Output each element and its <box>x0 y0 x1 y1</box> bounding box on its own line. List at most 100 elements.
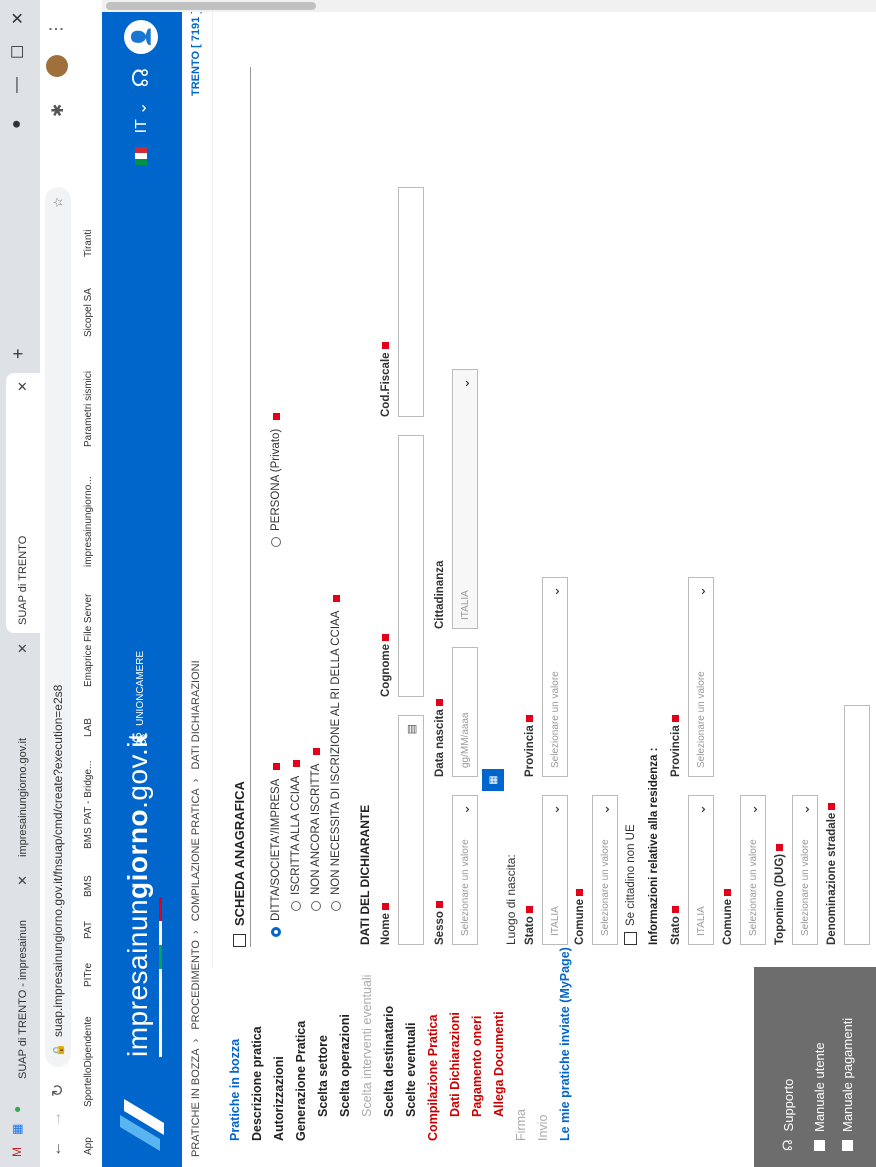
sidebar-item-scelta-settore[interactable]: Scelta settore <box>316 1035 330 1117</box>
data-nascita-input[interactable]: gg/MM/aaaa <box>452 647 478 777</box>
reload-icon[interactable]: ↻ <box>48 1084 68 1097</box>
forward-arrow-icon[interactable]: → <box>48 1111 66 1127</box>
section-checkbox[interactable] <box>233 934 246 947</box>
sidebar-item-generazione[interactable]: Generazione Pratica <box>294 1021 308 1141</box>
sidebar-item-autorizzazioni[interactable]: Autorizzazioni <box>272 1056 286 1141</box>
data-nascita-label: Data nascita <box>434 699 446 777</box>
radio-button[interactable] <box>311 901 321 911</box>
radio-persona[interactable]: PERSONA (Privato) <box>270 412 282 547</box>
id-card-icon: ▤ <box>405 724 418 735</box>
sesso-select[interactable]: Selezionare un valore ⌄ <box>452 795 478 945</box>
sidebar-item-scelta-operazioni[interactable]: Scelta operazioni <box>338 1014 352 1117</box>
denominazione-label: Denominazione stradale <box>826 802 838 945</box>
radio-non-ancora[interactable]: NON ANCORA ISCRITTA <box>310 747 322 911</box>
support-link[interactable]: ☊ Supporto <box>780 1079 796 1151</box>
avatar[interactable] <box>46 55 68 77</box>
user-account-icon[interactable]: 👤 <box>124 20 158 54</box>
required-marker <box>526 906 534 914</box>
radio-button[interactable] <box>271 927 281 937</box>
impresainungiorno-logo-icon[interactable] <box>112 1095 172 1155</box>
radio-ditta[interactable]: DITTA/SOCIETA'/IMPRESA <box>270 762 282 937</box>
sidebar-item-invio: Invio <box>536 1114 550 1141</box>
profile-circle-icon[interactable]: ● <box>8 119 26 129</box>
cod-fiscale-input[interactable] <box>398 187 424 417</box>
stato-nascita-select[interactable]: ITALIA ⌄ <box>542 795 568 945</box>
comune-nascita-select[interactable]: Selezionare un valore ⌄ <box>592 795 618 945</box>
bookmark-star-icon[interactable]: ☆ <box>51 197 65 208</box>
bookmark-parametri[interactable]: Parametri sismici <box>83 371 94 447</box>
sidebar-item-allega-documenti[interactable]: Allega Documenti <box>492 1011 506 1117</box>
cittadinanza-label: Cittadinanza <box>434 560 446 629</box>
close-tab-icon[interactable]: ✕ <box>15 381 31 392</box>
sidebar-item-dati-dichiarazioni[interactable]: Dati Dichiarazioni <box>448 1012 462 1117</box>
toponimo-select[interactable]: Selezionare un valore ⌄ <box>792 795 818 945</box>
language-selector[interactable]: IT ⌄ <box>131 102 151 134</box>
radio-button[interactable] <box>331 901 341 911</box>
cittadino-non-ue-option[interactable]: Se cittadino non UE <box>624 824 637 945</box>
tab-suap-trento-active[interactable]: SUAP di TRENTO ✕ <box>6 373 40 633</box>
radio-button[interactable] <box>291 901 301 911</box>
whatsapp-pinned-icon[interactable]: ● <box>10 1106 24 1113</box>
bookmark-sportello[interactable]: SportelloDipendente <box>83 1016 94 1107</box>
minimize-icon[interactable]: — <box>8 77 26 93</box>
chevron-down-icon: ⌄ <box>597 804 612 815</box>
bookmark-bms[interactable]: BMS <box>83 875 94 897</box>
manuale-pagamenti-link[interactable]: Manuale pagamenti <box>840 1018 855 1151</box>
breadcrumb-compilazione[interactable]: COMPILAZIONE PRATICA <box>190 788 202 921</box>
close-window-icon[interactable]: ✕ <box>8 12 28 25</box>
brand-name[interactable]: impresainungiorno.gov.it <box>122 733 154 1057</box>
cittadinanza-select[interactable]: ITALIA ⌄ <box>452 369 478 629</box>
provincia-residenza-select[interactable]: Selezionare un valore ⌄ <box>688 577 714 777</box>
radio-non-necessita[interactable]: NON NECESSITA DI ISCRIZIONE AL RI DELLA … <box>330 594 342 911</box>
sidebar-item-mie-pratiche[interactable]: Le mie pratiche inviate (MyPage) <box>558 947 572 1141</box>
sesso-label: Sesso <box>434 901 446 945</box>
breadcrumb-bozza[interactable]: PRATICHE IN BOZZA <box>190 1048 202 1157</box>
provincia-nascita-select[interactable]: Selezionare un valore ⌄ <box>542 577 568 777</box>
bookmark-apps[interactable]: App <box>83 1137 94 1155</box>
bookmark-tiranti[interactable]: Tiranti <box>83 230 94 257</box>
breadcrumb-dati: DATI DICHIARAZIONI <box>190 660 202 770</box>
bookmark-lab[interactable]: LAB <box>83 718 94 737</box>
breadcrumb-procedimento[interactable]: PROCEDIMENTO <box>190 940 202 1030</box>
tab-impresainungiorno[interactable]: impresainungiorno.gov.it ✕ <box>6 635 40 865</box>
bookmark-pat[interactable]: PAT <box>83 921 94 939</box>
chevron-down-icon: ⌄ <box>797 804 812 815</box>
scrollbar-thumb[interactable] <box>106 2 316 10</box>
bookmark-emaprice[interactable]: Emaprice File Server <box>83 594 94 687</box>
close-tab-icon[interactable]: ✕ <box>15 643 31 654</box>
cognome-input[interactable] <box>398 435 424 697</box>
sidebar-item-compilazione[interactable]: Compilazione Pratica <box>426 1015 440 1141</box>
radio-iscritta[interactable]: ISCRITTA ALLA CCIAA <box>290 759 302 911</box>
support-headset-icon[interactable]: ☊ <box>128 68 154 88</box>
page-scrollbar[interactable] <box>102 0 876 12</box>
manuale-utente-link[interactable]: Manuale utente <box>812 1042 827 1151</box>
back-arrow-icon[interactable]: ← <box>48 1141 66 1157</box>
bookmark-pitre[interactable]: PITre <box>83 963 94 987</box>
new-tab-button[interactable]: + <box>8 348 29 359</box>
sidebar-item-scelta-destinatario[interactable]: Scelta destinatario <box>382 1006 396 1117</box>
url-field[interactable]: 🔒 suap.impresainungiorno.gov.it/fnsuap/c… <box>45 187 71 1067</box>
comune-residenza-select[interactable]: Selezionare un valore ⌄ <box>740 795 766 945</box>
bookmark-sicopel[interactable]: Sicopel SA <box>83 288 94 337</box>
sidebar-item-scelte-eventuali[interactable]: Scelte eventuali <box>404 1023 418 1118</box>
radio-button[interactable] <box>271 537 281 547</box>
maximize-icon[interactable]: ☐ <box>8 45 28 59</box>
gmail-pinned-icon[interactable]: M <box>10 1147 24 1157</box>
bookmark-impresainungiorno[interactable]: impresainungiorno... <box>83 476 94 567</box>
bookmark-bms-pat[interactable]: BMS PAT - Bridge... <box>83 761 94 849</box>
stato-residenza-select[interactable]: ITALIA ⌄ <box>688 795 714 945</box>
close-tab-icon[interactable]: ✕ <box>15 875 31 886</box>
calendar-pinned-icon[interactable]: ▦ <box>10 1124 24 1135</box>
extensions-icon[interactable]: ✱ <box>48 104 68 117</box>
checkbox[interactable] <box>624 932 637 945</box>
sidebar-item-pratiche-bozza[interactable]: Pratiche in bozza <box>228 1039 242 1141</box>
calendar-icon[interactable]: ▦ <box>482 769 504 791</box>
denominazione-input[interactable] <box>844 705 870 945</box>
sidebar-item-pagamento-oneri[interactable]: Pagamento oneri <box>470 1016 484 1117</box>
tab-suap-trento-1[interactable]: SUAP di TRENTO - impresainun ✕ <box>6 867 40 1087</box>
cod-fiscale-label: Cod.Fiscale <box>380 342 392 417</box>
menu-dots-icon[interactable]: ⋮ <box>46 21 66 37</box>
nome-input[interactable]: ▤ <box>398 715 424 945</box>
chevron-down-icon: ⌄ <box>693 586 708 597</box>
sidebar-item-descrizione[interactable]: Descrizione pratica <box>250 1026 264 1141</box>
